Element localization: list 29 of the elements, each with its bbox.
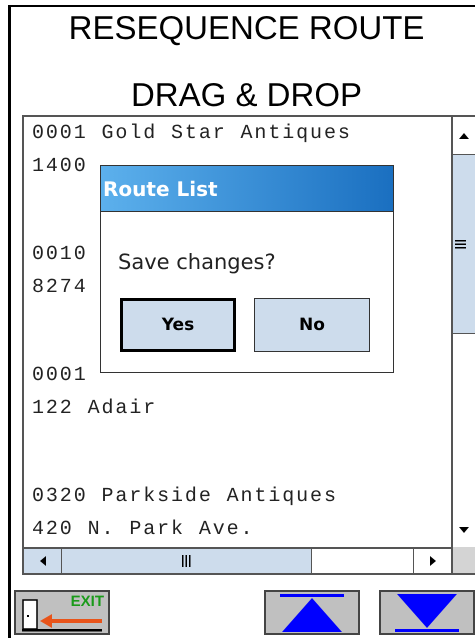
screen-title: DRAG & DROP bbox=[130, 76, 362, 114]
stop-name: 0320 Parkside Antiques bbox=[32, 484, 338, 510]
stop-address: 122 Adair bbox=[32, 396, 158, 422]
jump-to-bottom-icon bbox=[395, 594, 459, 632]
horizontal-scrollbar[interactable] bbox=[24, 547, 453, 573]
jump-to-top-button[interactable] bbox=[264, 590, 360, 635]
right-arrow-icon bbox=[430, 556, 436, 566]
up-arrow-icon bbox=[459, 132, 469, 138]
dialog-button[interactable]: No bbox=[254, 298, 370, 352]
down-arrow-icon bbox=[459, 527, 469, 533]
stop-address: 8274 bbox=[32, 275, 88, 301]
dialog-message: Save changes? bbox=[118, 249, 276, 276]
screen-title: RESEQUENCE ROUTE bbox=[68, 9, 424, 47]
stop-name: 0001 bbox=[32, 363, 88, 389]
grip-icon bbox=[182, 555, 191, 567]
jump-to-top-icon bbox=[280, 594, 344, 632]
left-arrow-icon bbox=[40, 556, 46, 566]
stop-address: 420 N. Park Ave. bbox=[32, 517, 254, 543]
scroll-left-button[interactable] bbox=[24, 549, 62, 573]
dialog-button[interactable]: Yes bbox=[120, 298, 236, 352]
scrollbar-corner bbox=[453, 547, 475, 573]
scroll-thumb[interactable] bbox=[62, 549, 312, 573]
stop-address: 1400 bbox=[32, 154, 88, 180]
grip-icon bbox=[455, 240, 466, 248]
stop-name: 0010 bbox=[32, 242, 88, 268]
stop-name: 0001 Gold Star Antiques bbox=[32, 121, 352, 147]
dialog-title: Route List bbox=[101, 166, 393, 212]
scroll-thumb[interactable] bbox=[453, 154, 475, 334]
jump-to-bottom-button[interactable] bbox=[379, 590, 475, 635]
